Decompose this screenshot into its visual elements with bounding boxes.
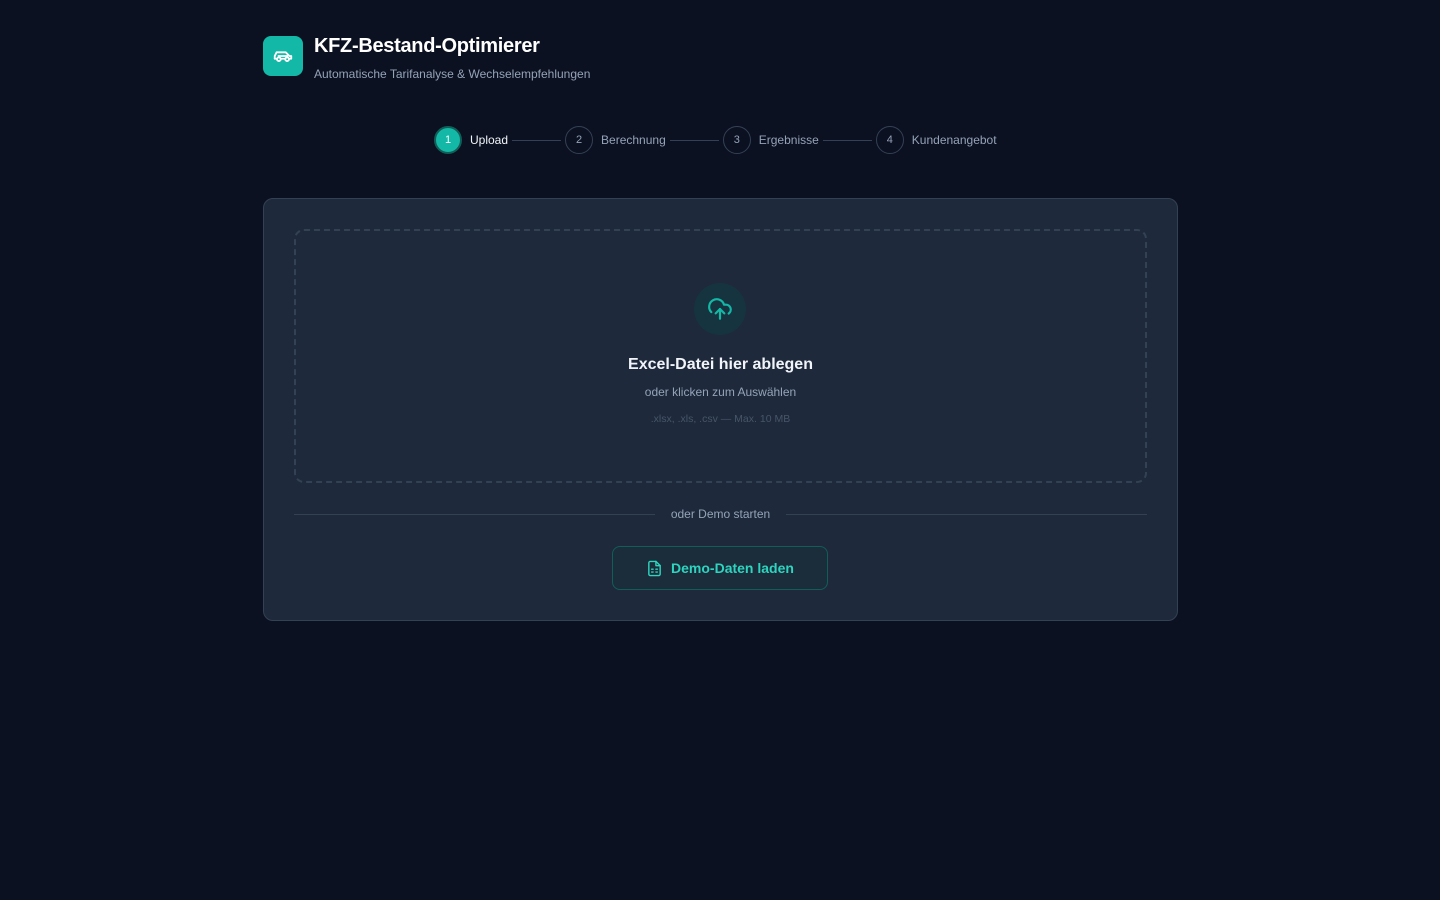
step-number: 4: [875, 126, 904, 154]
step-label: Berechnung: [601, 133, 666, 147]
step-upload[interactable]: 1 Upload: [434, 126, 508, 154]
divider-line: [294, 513, 655, 515]
upload-card: Excel-Datei hier ablegen oder klicken zu…: [263, 198, 1178, 621]
divider-text: oder Demo starten: [670, 507, 771, 521]
app-header: KFZ-Bestand-Optimierer Automatische Tari…: [263, 35, 590, 82]
dropzone-title: Excel-Datei hier ablegen: [628, 356, 813, 373]
progress-stepper: 1 Upload 2 Berechnung 3 Ergebnisse 4 Kun…: [434, 126, 997, 154]
app-title-block: KFZ-Bestand-Optimierer Automatische Tari…: [314, 35, 590, 82]
step-label: Upload: [470, 133, 509, 147]
step-label: Kundenangebot: [911, 133, 997, 147]
step-connector: [822, 139, 872, 141]
step-connector: [512, 139, 562, 141]
step-number: 2: [565, 126, 594, 154]
step-number: 3: [722, 126, 751, 154]
step-connector: [669, 139, 719, 141]
car-icon: [263, 36, 303, 76]
spreadsheet-file-icon: [646, 560, 663, 577]
step-ergebnisse[interactable]: 3 Ergebnisse: [722, 126, 819, 154]
dropzone-file-hint: .xlsx, .xls, .csv — Max. 10 MB: [650, 413, 791, 425]
step-number: 1: [434, 126, 462, 154]
divider-line: [786, 513, 1148, 515]
step-kundenangebot[interactable]: 4 Kundenangebot: [875, 126, 997, 154]
file-dropzone[interactable]: Excel-Datei hier ablegen oder klicken zu…: [294, 229, 1147, 483]
app-subtitle: Automatische Tarifanalyse & Wechselempfe…: [314, 67, 591, 81]
cloud-upload-icon: [694, 283, 746, 335]
demo-button-label: Demo-Daten laden: [671, 560, 794, 576]
or-divider: oder Demo starten: [294, 505, 1148, 523]
step-label: Ergebnisse: [758, 133, 819, 147]
step-berechnung[interactable]: 2 Berechnung: [565, 126, 666, 154]
dropzone-subtitle: oder klicken zum Auswählen: [644, 385, 797, 399]
app-title: KFZ-Bestand-Optimierer: [314, 35, 540, 57]
load-demo-data-button[interactable]: Demo-Daten laden: [612, 546, 828, 590]
